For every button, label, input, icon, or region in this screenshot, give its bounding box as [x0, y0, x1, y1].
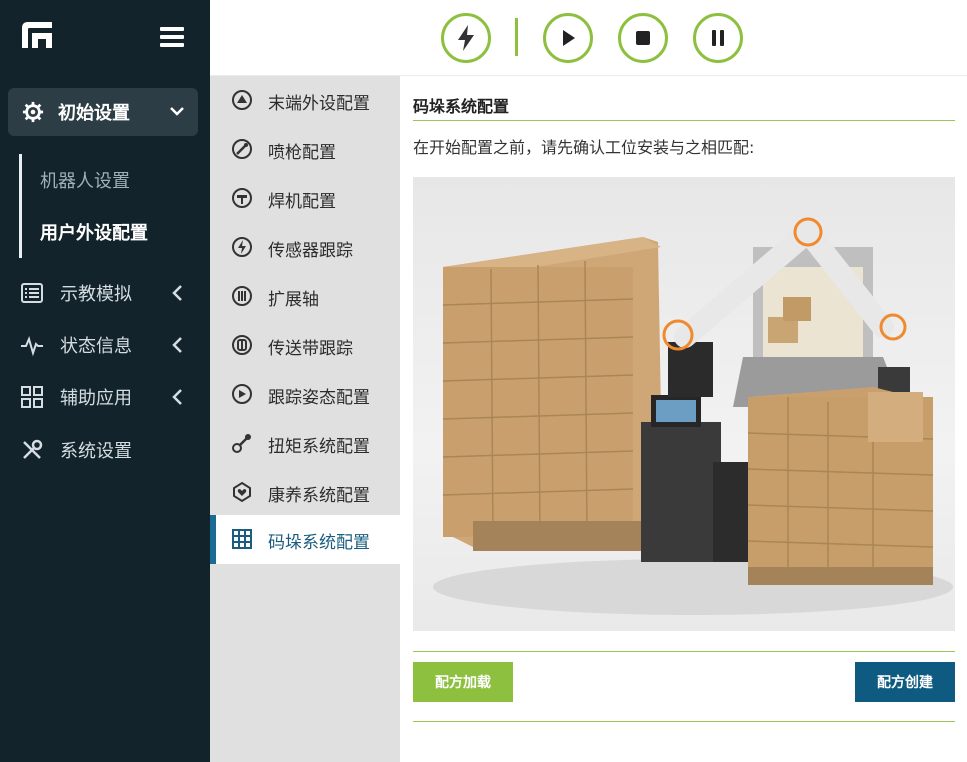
menu-item-label: 扭矩系统配置 [268, 437, 370, 457]
sidebar-subitem-user-peripheral[interactable]: 用户外设配置 [40, 219, 148, 245]
pause-icon [712, 30, 724, 46]
conveyor-icon [232, 335, 252, 355]
title-divider [413, 120, 955, 121]
tools-icon [23, 439, 43, 459]
chevron-left-icon [172, 389, 182, 405]
menu-item-conveyor-tracking[interactable]: 传送带跟踪 [210, 321, 400, 370]
chevron-left-icon [172, 337, 182, 353]
sidebar-item-label: 状态信息 [60, 336, 132, 357]
page-description: 在开始配置之前，请先确认工位安装与之相匹配: [413, 138, 755, 157]
menu-item-welder[interactable]: 焊机配置 [210, 174, 400, 223]
menu-item-label: 码垛系统配置 [268, 533, 370, 553]
palletizing-workstation-image [413, 177, 955, 631]
menu-item-palletizing-system[interactable]: 码垛系统配置 [210, 515, 400, 564]
actions-divider-top [413, 651, 955, 652]
welder-icon [232, 188, 252, 208]
spray-gun-icon [232, 139, 252, 159]
axis-icon [232, 286, 252, 306]
menu-item-end-effector[interactable]: 末端外设配置 [210, 76, 400, 125]
list-icon [21, 283, 43, 303]
menu-item-label: 康养系统配置 [268, 486, 370, 506]
actions-divider-bottom [413, 721, 955, 722]
play-button[interactable] [543, 13, 593, 63]
chevron-down-icon [170, 107, 184, 116]
end-effector-icon [232, 90, 252, 110]
menu-item-label: 扩展轴 [268, 290, 319, 310]
page-title: 码垛系统配置 [413, 97, 510, 116]
menu-item-label: 传感器跟踪 [268, 241, 353, 261]
menu-item-label: 传送带跟踪 [268, 339, 353, 359]
toolbar-separator [515, 18, 518, 56]
menu-item-label: 跟踪姿态配置 [268, 388, 370, 408]
power-icon [458, 25, 474, 51]
pause-button[interactable] [693, 13, 743, 63]
sidebar-item-system-settings[interactable]: 系统设置 [20, 436, 190, 464]
brand-logo [22, 22, 52, 48]
menu-item-healthcare-system[interactable]: 康养系统配置 [210, 468, 400, 517]
sidebar-group-label: 初始设置 [58, 103, 130, 124]
menu-item-sensor-tracking[interactable]: 传感器跟踪 [210, 223, 400, 272]
healthcare-icon [233, 481, 251, 503]
tracking-pose-icon [232, 384, 252, 404]
sidebar-item-label: 辅助应用 [60, 388, 132, 409]
palletizing-icon [232, 529, 252, 549]
menu-item-label: 喷枪配置 [268, 143, 336, 163]
sidebar-item-teach-sim[interactable]: 示教模拟 [20, 279, 190, 307]
toolbar [210, 0, 967, 76]
play-icon [563, 30, 575, 46]
content-panel: 码垛系统配置 在开始配置之前，请先确认工位安装与之相匹配: 配方加载 配方创建 [400, 76, 967, 762]
grid-icon [21, 386, 43, 408]
sidebar-item-status-info[interactable]: 状态信息 [20, 331, 190, 359]
sidebar-item-label: 系统设置 [60, 441, 132, 462]
chevron-left-icon [172, 285, 182, 301]
stop-icon [636, 31, 650, 45]
sensor-icon [232, 237, 252, 257]
menu-item-extension-axis[interactable]: 扩展轴 [210, 272, 400, 321]
recipe-load-button[interactable]: 配方加载 [413, 662, 513, 702]
menu-item-label: 末端外设配置 [268, 94, 370, 114]
sidebar-item-aux-apps[interactable]: 辅助应用 [20, 383, 190, 411]
recipe-create-button[interactable]: 配方创建 [855, 662, 955, 702]
sidebar-subitem-robot-settings[interactable]: 机器人设置 [40, 167, 130, 193]
sidebar: 初始设置 机器人设置 用户外设配置 示教模拟 状态信息 辅助应用 系统设置 [0, 0, 210, 762]
menu-item-spray-gun[interactable]: 喷枪配置 [210, 125, 400, 174]
menu-toggle-icon[interactable] [160, 27, 184, 47]
sidebar-item-initial-settings[interactable]: 初始设置 [8, 88, 198, 136]
menu-item-torque-system[interactable]: 扭矩系统配置 [210, 419, 400, 468]
stop-button[interactable] [618, 13, 668, 63]
sidebar-item-label: 示教模拟 [60, 284, 132, 305]
peripheral-menu: 末端外设配置 喷枪配置 焊机配置 传感器跟踪 扩展轴 传送带跟踪 跟踪姿态配置 … [210, 76, 400, 762]
subnav-line [19, 154, 22, 258]
gear-icon [22, 101, 44, 123]
app-root: 初始设置 机器人设置 用户外设配置 示教模拟 状态信息 辅助应用 系统设置 末端… [0, 0, 967, 762]
torque-icon [232, 434, 251, 453]
pulse-icon [21, 336, 43, 357]
menu-item-label: 焊机配置 [268, 192, 336, 212]
power-button[interactable] [441, 13, 491, 63]
menu-item-tracking-pose[interactable]: 跟踪姿态配置 [210, 370, 400, 419]
